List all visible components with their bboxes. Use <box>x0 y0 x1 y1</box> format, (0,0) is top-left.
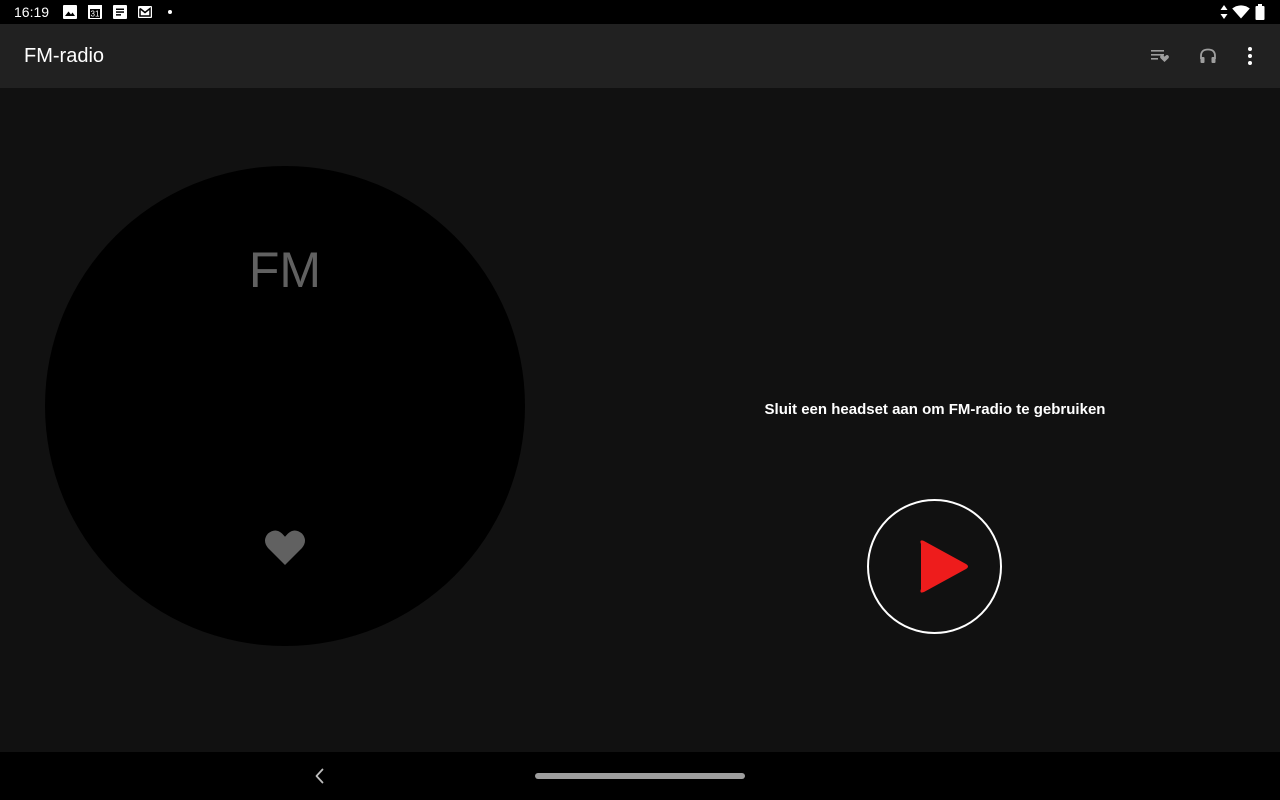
more-options-button[interactable] <box>1234 40 1266 72</box>
headset-message: Sluit een headset aan om FM-radio te geb… <box>764 401 1106 418</box>
headset-button[interactable] <box>1192 40 1224 72</box>
heart-icon[interactable] <box>263 528 307 568</box>
frequency-dial: FM <box>45 166 525 646</box>
play-button[interactable] <box>867 499 1002 634</box>
status-bar: 16:19 31 <box>0 0 1280 24</box>
more-notifications-dot <box>168 10 172 14</box>
gmail-icon <box>138 6 152 18</box>
wifi-icon <box>1232 5 1250 19</box>
main-content: FM Sluit een headset aan om FM-radio te … <box>0 88 1280 752</box>
image-icon <box>63 5 77 19</box>
home-pill[interactable] <box>535 773 745 779</box>
battery-icon <box>1255 4 1265 20</box>
favorites-list-button[interactable] <box>1144 40 1176 72</box>
status-time: 16:19 <box>14 4 50 20</box>
favorites-list-icon <box>1151 50 1169 62</box>
more-vert-icon <box>1248 47 1252 65</box>
notification-icons: 31 <box>62 4 172 20</box>
data-arrows-icon <box>1220 5 1228 19</box>
headset-icon <box>1200 48 1216 63</box>
navigation-bar <box>0 752 1280 800</box>
notes-icon <box>113 5 127 19</box>
app-title: FM-radio <box>24 45 105 67</box>
back-icon[interactable] <box>308 764 332 788</box>
band-label: FM <box>248 242 322 298</box>
app-bar: FM-radio <box>0 24 1280 88</box>
calendar-day: 31 <box>91 10 100 19</box>
play-icon <box>920 540 968 593</box>
system-icons <box>1220 4 1266 20</box>
calendar-icon: 31 <box>88 5 102 19</box>
